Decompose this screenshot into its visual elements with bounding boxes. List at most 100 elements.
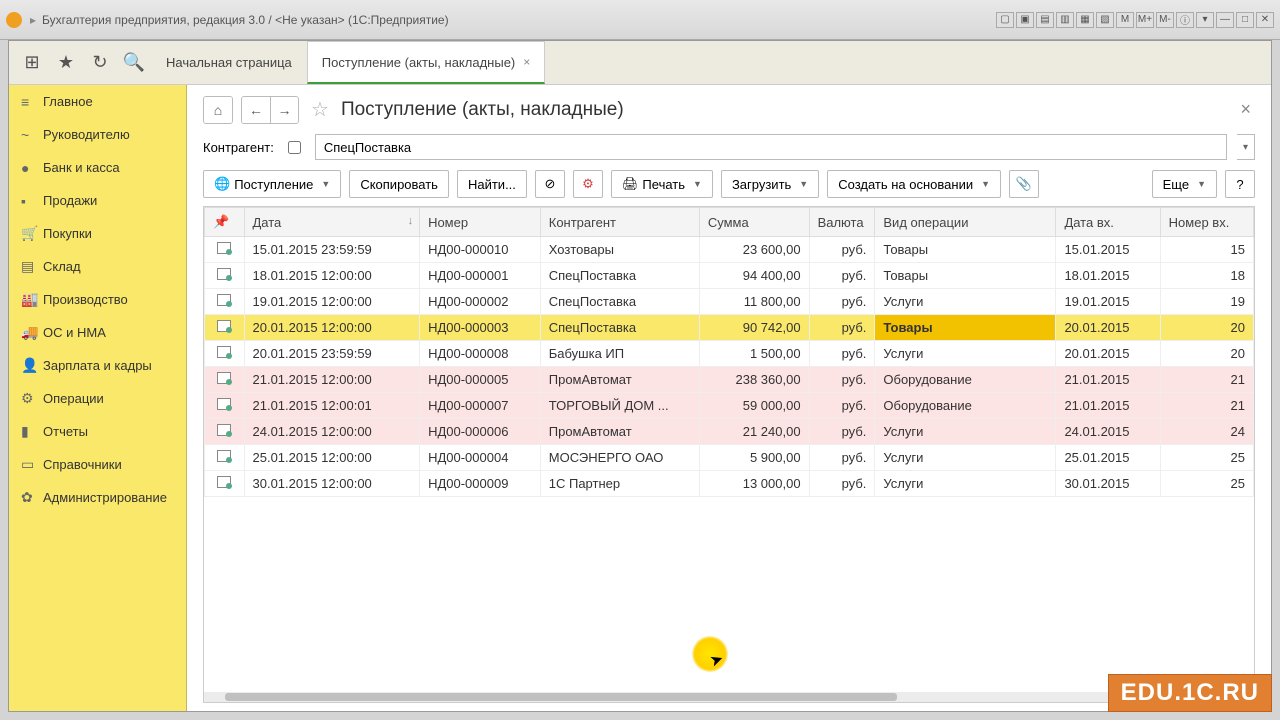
search-icon[interactable]: 🔍 xyxy=(117,41,151,84)
document-icon xyxy=(217,320,231,332)
apps-icon[interactable]: ⊞ xyxy=(15,41,49,84)
table-cell: Оборудование xyxy=(875,367,1056,393)
scrollbar-thumb[interactable] xyxy=(225,693,897,701)
history-icon[interactable]: ↻ xyxy=(83,41,117,84)
column-header[interactable]: Номер вх. xyxy=(1160,208,1253,237)
sidebar-label: Производство xyxy=(43,292,128,307)
horizontal-scrollbar[interactable] xyxy=(204,692,1254,702)
table-cell: Товары xyxy=(875,263,1056,289)
sys-btn[interactable]: ▧ xyxy=(1096,12,1114,28)
column-header[interactable]: Вид операции xyxy=(875,208,1056,237)
table-row[interactable]: 25.01.2015 12:00:00НД00-000004МОСЭНЕРГО … xyxy=(205,445,1254,471)
sys-btn[interactable]: M- xyxy=(1156,12,1174,28)
print-button[interactable]: 🖨 Печать ▼ xyxy=(611,170,713,198)
table-cell: НД00-000006 xyxy=(420,419,541,445)
table-row[interactable]: 15.01.2015 23:59:59НД00-000010Хозтовары2… xyxy=(205,237,1254,263)
column-header[interactable]: Валюта xyxy=(809,208,875,237)
create-based-button[interactable]: Создать на основании ▼ xyxy=(827,170,1001,198)
table-row[interactable]: 24.01.2015 12:00:00НД00-000006ПромАвтома… xyxy=(205,419,1254,445)
sidebar-label: Банк и касса xyxy=(43,160,120,175)
sys-btn[interactable]: ▢ xyxy=(996,12,1014,28)
table-cell: 24 xyxy=(1160,419,1253,445)
sys-btn[interactable]: ▤ xyxy=(1036,12,1054,28)
settings-button[interactable]: ⚙ xyxy=(573,170,603,198)
maximize-icon[interactable]: □ xyxy=(1236,12,1254,28)
sidebar-item[interactable]: 🏭Производство xyxy=(9,283,186,316)
sidebar-item[interactable]: 🚚ОС и НМА xyxy=(9,316,186,349)
sidebar-item[interactable]: ≡Главное xyxy=(9,85,186,118)
table-row[interactable]: 20.01.2015 23:59:59НД00-000008Бабушка ИП… xyxy=(205,341,1254,367)
sys-btn[interactable]: M+ xyxy=(1136,12,1154,28)
sidebar-item[interactable]: ▤Склад xyxy=(9,250,186,283)
help-button[interactable]: ? xyxy=(1225,170,1255,198)
printer-icon: 🖨 xyxy=(622,176,639,192)
table-row[interactable]: 18.01.2015 12:00:00НД00-000001СпецПостав… xyxy=(205,263,1254,289)
table-row[interactable]: 19.01.2015 12:00:00НД00-000002СпецПостав… xyxy=(205,289,1254,315)
table-row[interactable]: 30.01.2015 12:00:00НД00-0000091С Партнер… xyxy=(205,471,1254,497)
filter-checkbox[interactable] xyxy=(288,141,301,154)
sidebar-item[interactable]: ●Банк и касса xyxy=(9,151,186,184)
sidebar-item[interactable]: ✿Администрирование xyxy=(9,481,186,514)
column-header[interactable]: 📌 xyxy=(205,208,245,237)
table-cell xyxy=(205,237,245,263)
table-cell: НД00-000002 xyxy=(420,289,541,315)
star-icon[interactable]: ★ xyxy=(49,41,83,84)
sidebar-item[interactable]: 👤Зарплата и кадры xyxy=(9,349,186,382)
filter-input[interactable] xyxy=(315,134,1227,160)
table-row[interactable]: 21.01.2015 12:00:00НД00-000005ПромАвтома… xyxy=(205,367,1254,393)
filter-dropdown-icon[interactable]: ▾ xyxy=(1237,134,1255,160)
close-page-icon[interactable]: × xyxy=(1236,95,1255,124)
tab-close-icon[interactable]: × xyxy=(523,55,530,69)
tab-bar: ⊞ ★ ↻ 🔍 Начальная страницаПоступление (а… xyxy=(9,41,1271,85)
minimize-icon[interactable]: — xyxy=(1216,12,1234,28)
column-header[interactable]: Номер xyxy=(420,208,541,237)
table-cell: 20.01.2015 12:00:00 xyxy=(244,315,420,341)
tab[interactable]: Начальная страница xyxy=(151,41,307,84)
table-cell: НД00-000001 xyxy=(420,263,541,289)
sys-btn[interactable]: ▣ xyxy=(1016,12,1034,28)
table-row[interactable]: 21.01.2015 12:00:01НД00-000007ТОРГОВЫЙ Д… xyxy=(205,393,1254,419)
load-button[interactable]: Загрузить ▼ xyxy=(721,170,819,198)
table-cell: руб. xyxy=(809,445,875,471)
sidebar-icon: ⚙ xyxy=(21,390,43,407)
column-header[interactable]: Контрагент xyxy=(540,208,699,237)
table-cell xyxy=(205,315,245,341)
tab[interactable]: Поступление (акты, накладные)× xyxy=(307,41,545,84)
close-icon[interactable]: ✕ xyxy=(1256,12,1274,28)
clear-filter-button[interactable]: ⊘ xyxy=(535,170,565,198)
table-cell: 238 360,00 xyxy=(699,367,809,393)
sidebar-item[interactable]: 🛒Покупки xyxy=(9,217,186,250)
table-cell xyxy=(205,445,245,471)
sidebar-item[interactable]: ▮Отчеты xyxy=(9,415,186,448)
favorite-icon[interactable]: ☆ xyxy=(311,97,329,122)
dropdown-icon[interactable]: ▾ xyxy=(1196,12,1214,28)
column-header[interactable]: Дата вх. xyxy=(1056,208,1160,237)
sys-btn[interactable]: ▥ xyxy=(1056,12,1074,28)
forward-icon[interactable]: → xyxy=(270,97,298,123)
column-header[interactable]: Дата↓ xyxy=(244,208,420,237)
sidebar-item[interactable]: ▪Продажи xyxy=(9,184,186,217)
more-button[interactable]: Еще ▼ xyxy=(1152,170,1217,198)
table-row[interactable]: 20.01.2015 12:00:00НД00-000003СпецПостав… xyxy=(205,315,1254,341)
attachment-button[interactable]: 📎 xyxy=(1009,170,1039,198)
column-header[interactable]: Сумма xyxy=(699,208,809,237)
sidebar-item[interactable]: ▭Справочники xyxy=(9,448,186,481)
find-button[interactable]: Найти... xyxy=(457,170,527,198)
info-icon[interactable]: ⓘ xyxy=(1176,12,1194,28)
table-cell: 25 xyxy=(1160,445,1253,471)
copy-button[interactable]: Скопировать xyxy=(349,170,449,198)
sidebar-item[interactable]: ⚙Операции xyxy=(9,382,186,415)
home-icon[interactable]: ⌂ xyxy=(204,97,232,123)
sidebar-item[interactable]: ~Руководителю xyxy=(9,118,186,151)
sys-btn[interactable]: M xyxy=(1116,12,1134,28)
sys-btn[interactable]: ▦ xyxy=(1076,12,1094,28)
filter-label: Контрагент: xyxy=(203,140,274,155)
table-cell: 25 xyxy=(1160,471,1253,497)
table-cell: НД00-000003 xyxy=(420,315,541,341)
receipt-button[interactable]: 🌐 Поступление ▼ xyxy=(203,170,341,198)
system-buttons: ▢ ▣ ▤ ▥ ▦ ▧ M M+ M- ⓘ ▾ — □ ✕ xyxy=(996,12,1274,28)
back-icon[interactable]: ← xyxy=(242,97,270,123)
table-cell: 21.01.2015 12:00:01 xyxy=(244,393,420,419)
pin-icon: 📌 xyxy=(213,214,229,229)
workspace: ≡Главное~Руководителю●Банк и касса▪Прода… xyxy=(9,85,1271,711)
